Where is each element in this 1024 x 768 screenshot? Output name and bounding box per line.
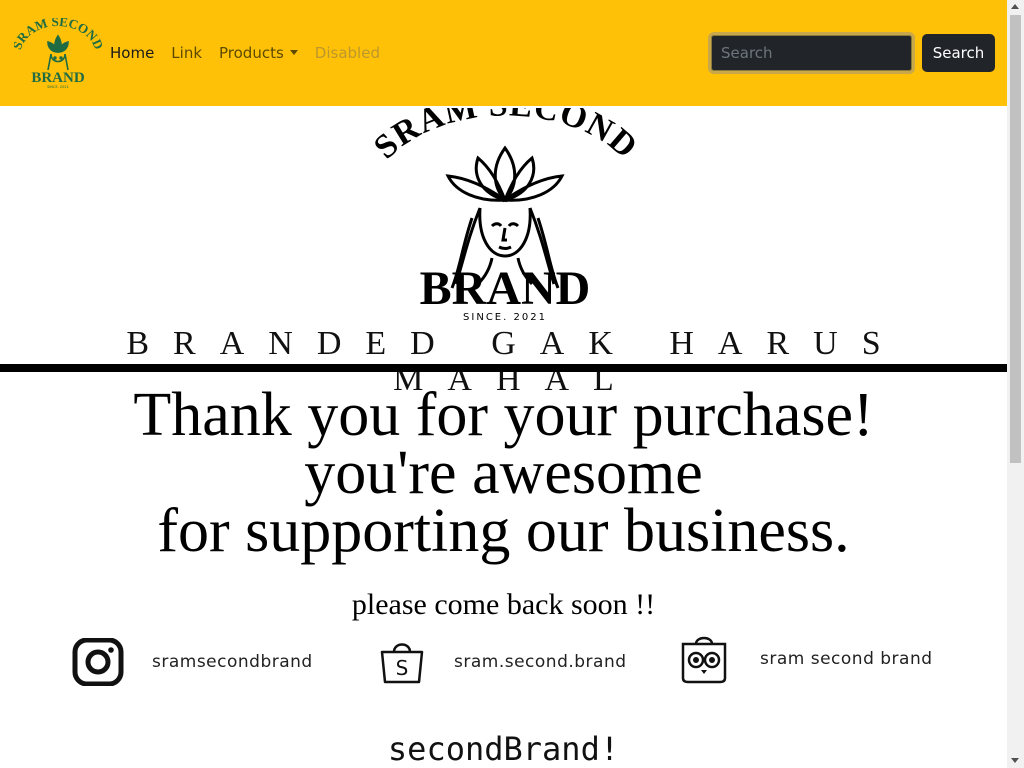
scrollbar-thumb[interactable] — [1010, 15, 1021, 463]
search-input[interactable] — [708, 32, 915, 74]
nav-products-label: Products — [219, 44, 284, 62]
thank-you-line-3: for supporting our business. — [157, 497, 850, 565]
svg-text:S: S — [396, 656, 409, 680]
nav-link-disabled: Disabled — [314, 44, 380, 62]
social-tokopedia-label: sram second brand — [760, 649, 933, 669]
svg-text:SINCE. 2021: SINCE. 2021 — [47, 85, 69, 89]
divider — [0, 364, 1007, 372]
hero-brand-logo: SRAM SECOND BRAND SINCE. 2021 — [367, 108, 645, 323]
thank-you-message: Thank you for your purchase! you're awes… — [0, 381, 1007, 565]
svg-text:SINCE. 2021: SINCE. 2021 — [463, 312, 547, 323]
chevron-down-icon — [289, 50, 298, 55]
scroll-up-arrow-icon[interactable] — [1011, 4, 1019, 9]
search-button[interactable]: Search — [922, 34, 995, 72]
nav-products-dropdown[interactable]: Products — [219, 43, 298, 63]
nav-link-home[interactable]: Home — [110, 43, 154, 63]
svg-text:SRAM SECOND: SRAM SECOND — [367, 108, 645, 166]
brand-logo[interactable]: SRAM SECOND BRAND SINCE. 2021 — [14, 18, 102, 90]
navbar: SRAM SECOND BRAND SINCE. 2021 Home Link … — [0, 0, 1007, 106]
thank-you-line-2: you're awesome — [304, 439, 703, 507]
scroll-down-arrow-icon[interactable] — [1011, 758, 1019, 763]
nav-link-link[interactable]: Link — [171, 43, 202, 63]
thank-you-line-1: Thank you for your purchase! — [133, 381, 874, 449]
social-tokopedia[interactable]: sram second brand — [680, 634, 933, 684]
svg-text:BRAND: BRAND — [31, 70, 85, 86]
social-instagram[interactable]: sramsecondbrand — [72, 638, 313, 686]
instagram-icon — [72, 638, 124, 686]
social-shopee[interactable]: S sram.second.brand — [378, 638, 627, 686]
footer-brand-title: secondBrand! — [387, 730, 620, 768]
social-shopee-label: sram.second.brand — [454, 652, 627, 672]
nav-links: Home Link Products Disabled — [110, 43, 397, 63]
social-instagram-label: sramsecondbrand — [152, 652, 313, 672]
come-back-message: please come back soon !! — [351, 588, 656, 621]
shopee-icon: S — [380, 643, 424, 684]
svg-text:BRAND: BRAND — [420, 262, 591, 315]
tokopedia-icon — [681, 636, 727, 684]
